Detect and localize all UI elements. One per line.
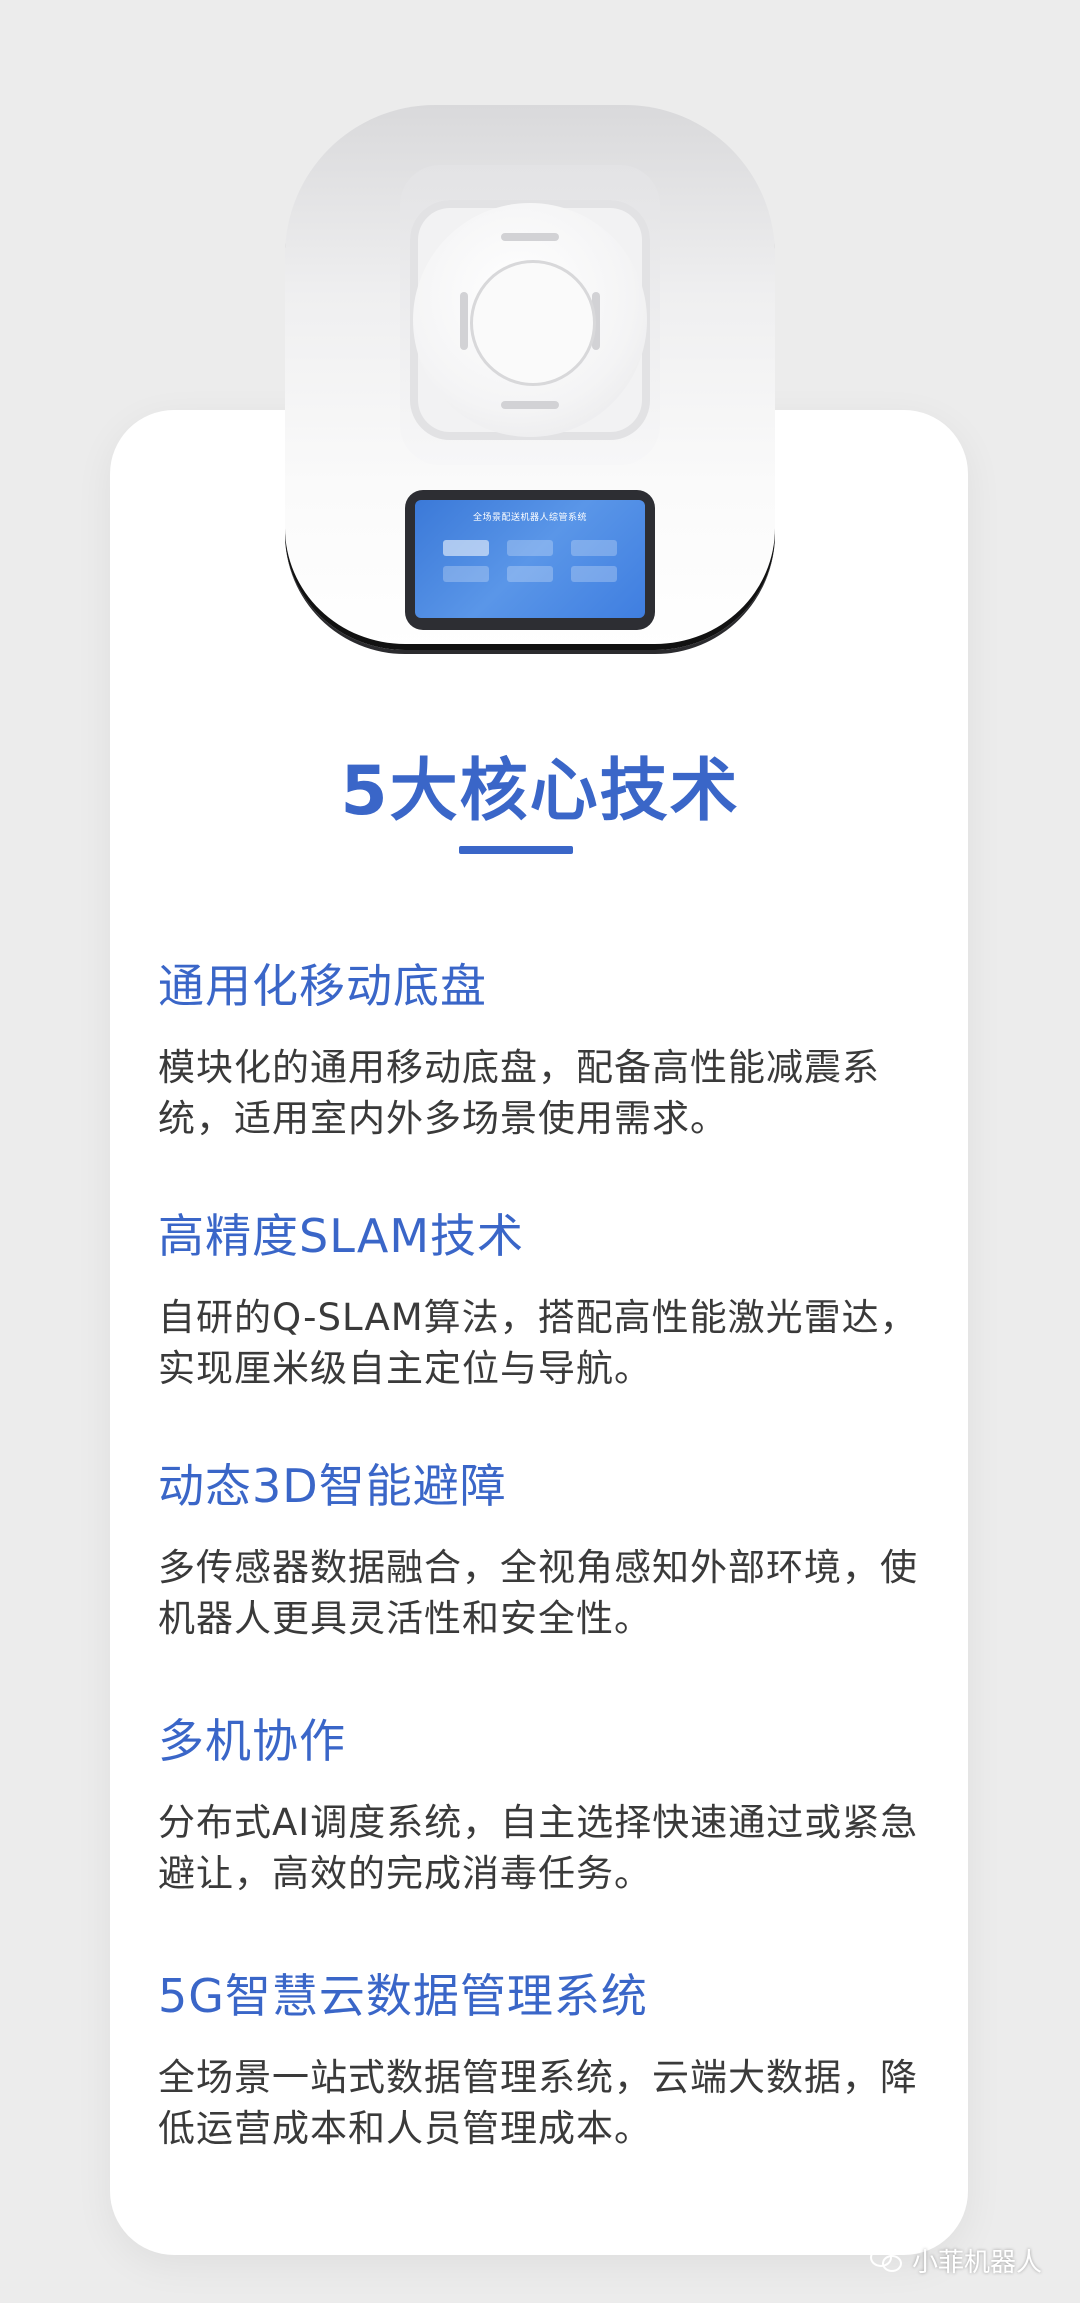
robot-screen: 全场景配送机器人综管系统 (415, 500, 645, 618)
feature-title: 多机协作 (158, 1714, 346, 1768)
watermark-text: 小菲机器人 (912, 2247, 1043, 2278)
wechat-icon (870, 2246, 904, 2274)
feature-title: 高精度SLAM技术 (158, 1209, 525, 1263)
robot-illustration: 全场景配送机器人综管系统 (285, 105, 775, 654)
screen-button (571, 540, 617, 556)
title-underline (459, 846, 573, 854)
feature-section: 多机协作 分布式AI调度系统，自主选择快速通过或紧急避让，高效的完成消毒任务。 (158, 1705, 948, 1899)
feature-title: 5G智慧云数据管理系统 (158, 1969, 648, 2023)
filter-vent (460, 292, 468, 350)
filter-vent (501, 401, 559, 409)
filter-center (470, 260, 596, 386)
feature-description: 模块化的通用移动底盘，配备高性能减震系统，适用室内外多场景使用需求。 (158, 1046, 880, 1140)
screen-button (507, 540, 553, 556)
feature-description: 全场景一站式数据管理系统，云端大数据，降低运营成本和人员管理成本。 (158, 2056, 918, 2150)
screen-title: 全场景配送机器人综管系统 (472, 513, 587, 523)
feature-section: 高精度SLAM技术 自研的Q-SLAM算法，搭配高性能激光雷达，实现厘米级自主定… (158, 1200, 948, 1394)
feature-title: 通用化移动底盘 (158, 959, 487, 1013)
feature-description: 多传感器数据融合，全视角感知外部环境，使机器人更具灵活性和安全性。 (158, 1546, 918, 1640)
feature-description: 分布式AI调度系统，自主选择快速通过或紧急避让，高效的完成消毒任务。 (158, 1801, 919, 1895)
watermark: 小菲机器人 (870, 2240, 1042, 2280)
feature-section: 动态3D智能避障 多传感器数据融合，全视角感知外部环境，使机器人更具灵活性和安全… (158, 1450, 948, 1644)
page-title: 5大核心技术 (340, 752, 740, 831)
screen-button (443, 566, 489, 582)
feature-description: 自研的Q-SLAM算法，搭配高性能激光雷达，实现厘米级自主定位与导航。 (158, 1296, 918, 1390)
screen-button (507, 566, 553, 582)
feature-title: 动态3D智能避障 (158, 1459, 507, 1513)
feature-section: 5G智慧云数据管理系统 全场景一站式数据管理系统，云端大数据，降低运营成本和人员… (158, 1960, 948, 2154)
screen-button (571, 566, 617, 582)
screen-button (443, 540, 489, 556)
feature-section: 通用化移动底盘 模块化的通用移动底盘，配备高性能减震系统，适用室内外多场景使用需… (158, 950, 948, 1144)
filter-vent (501, 233, 559, 241)
